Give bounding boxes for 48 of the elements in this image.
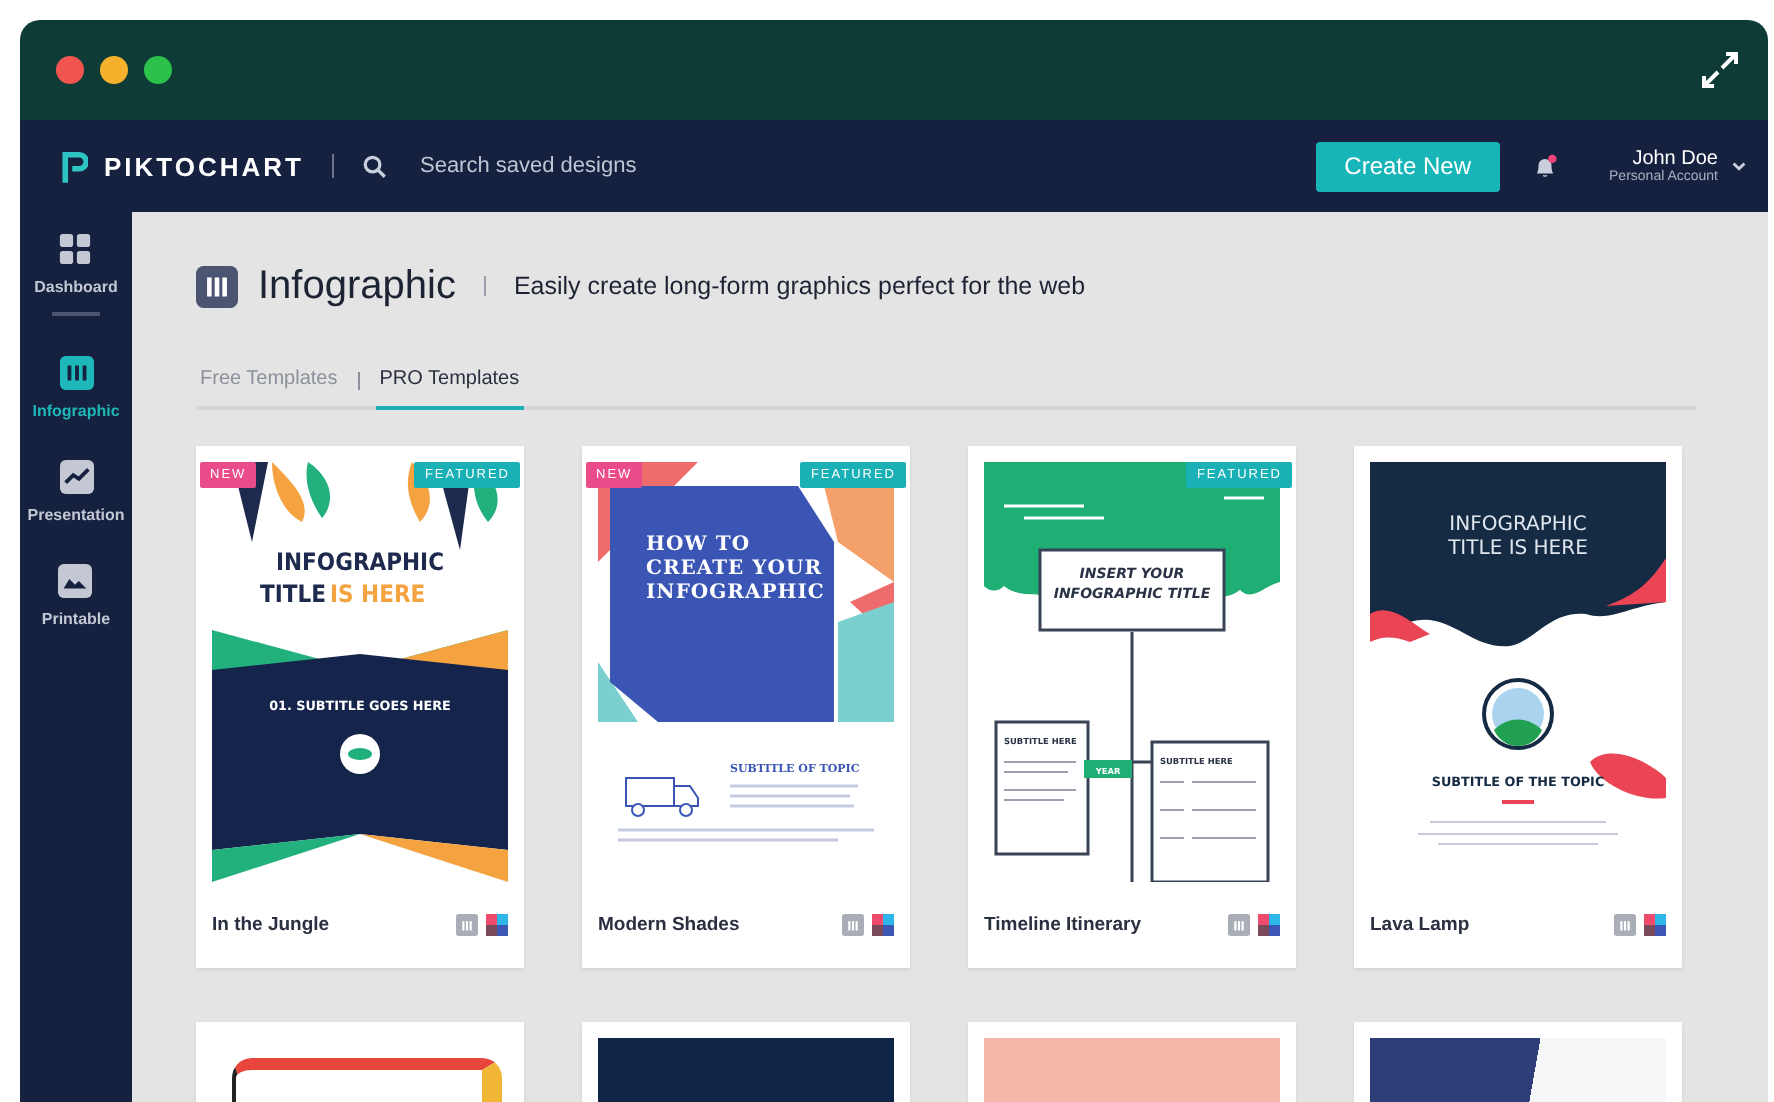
landscape-picture-icon [1482,678,1554,750]
text-card-drawing [994,720,1090,856]
leaf-emblem-icon [340,734,380,774]
bar-chart-icon[interactable] [1228,914,1250,936]
year-label-background [1084,760,1132,778]
sidebar-item[interactable]: Printable [41,564,111,628]
color-palette-icon[interactable] [872,914,894,936]
template-name: Modern Shades [598,914,742,936]
color-palette-icon[interactable] [1644,914,1666,936]
bar-chart-icon[interactable] [1614,914,1636,936]
preview-heading: HOW TO [646,534,751,556]
page-tagline: Easily create long-form graphics perfect for the web [513,272,1086,300]
caret-icon[interactable] [1730,157,1748,175]
notification-bell-icon[interactable] [1531,153,1558,179]
preview-heading: INFOGRAPHIC [276,548,444,576]
bar-chart-icon[interactable] [456,914,478,936]
minimize-window-button[interactable] [100,56,128,84]
color-palette-icon[interactable] [1258,914,1280,936]
maximize-window-button[interactable] [144,56,172,84]
grid-icon [58,232,93,266]
logo-icon [60,147,88,185]
sidebar-item[interactable]: Dashboard [34,232,118,296]
bar-chart-icon [59,356,93,390]
picture-icon [58,564,93,598]
preview-heading: INFOGRAPHIC [1449,514,1587,536]
text-card-drawing [1150,740,1270,882]
close-window-button[interactable] [56,56,84,84]
preview-heading: INFOGRAPHIC [646,582,825,604]
template-name: Lava Lamp [1370,914,1472,936]
bar-chart-icon[interactable] [842,914,864,936]
preview-heading: TITLE [260,580,326,608]
template-name: Timeline Itinerary [984,914,1143,936]
delivery-truck-icon [625,777,699,817]
page-title: Infographic [258,263,456,309]
search-field[interactable]: Search saved designs [419,154,780,178]
preview-heading: CREATE YOUR [646,558,823,580]
color-palette-icon[interactable] [486,914,508,936]
sidebar-item[interactable]: Presentation [27,460,125,524]
preview-heading: TITLE IS HERE [1448,538,1588,560]
brand-name: PIKTOCHART [104,151,304,181]
template-name: In the Jungle [212,914,332,936]
preview-heading: IS HERE [330,580,426,608]
user-name[interactable]: John Doe [1632,148,1718,170]
bar-chart-icon [196,265,238,307]
search-icon[interactable] [361,153,388,179]
sidebar-item[interactable]: Infographic [32,356,120,420]
template-tab[interactable]: PRO Templates [375,356,524,410]
expand-icon[interactable] [1700,50,1740,90]
